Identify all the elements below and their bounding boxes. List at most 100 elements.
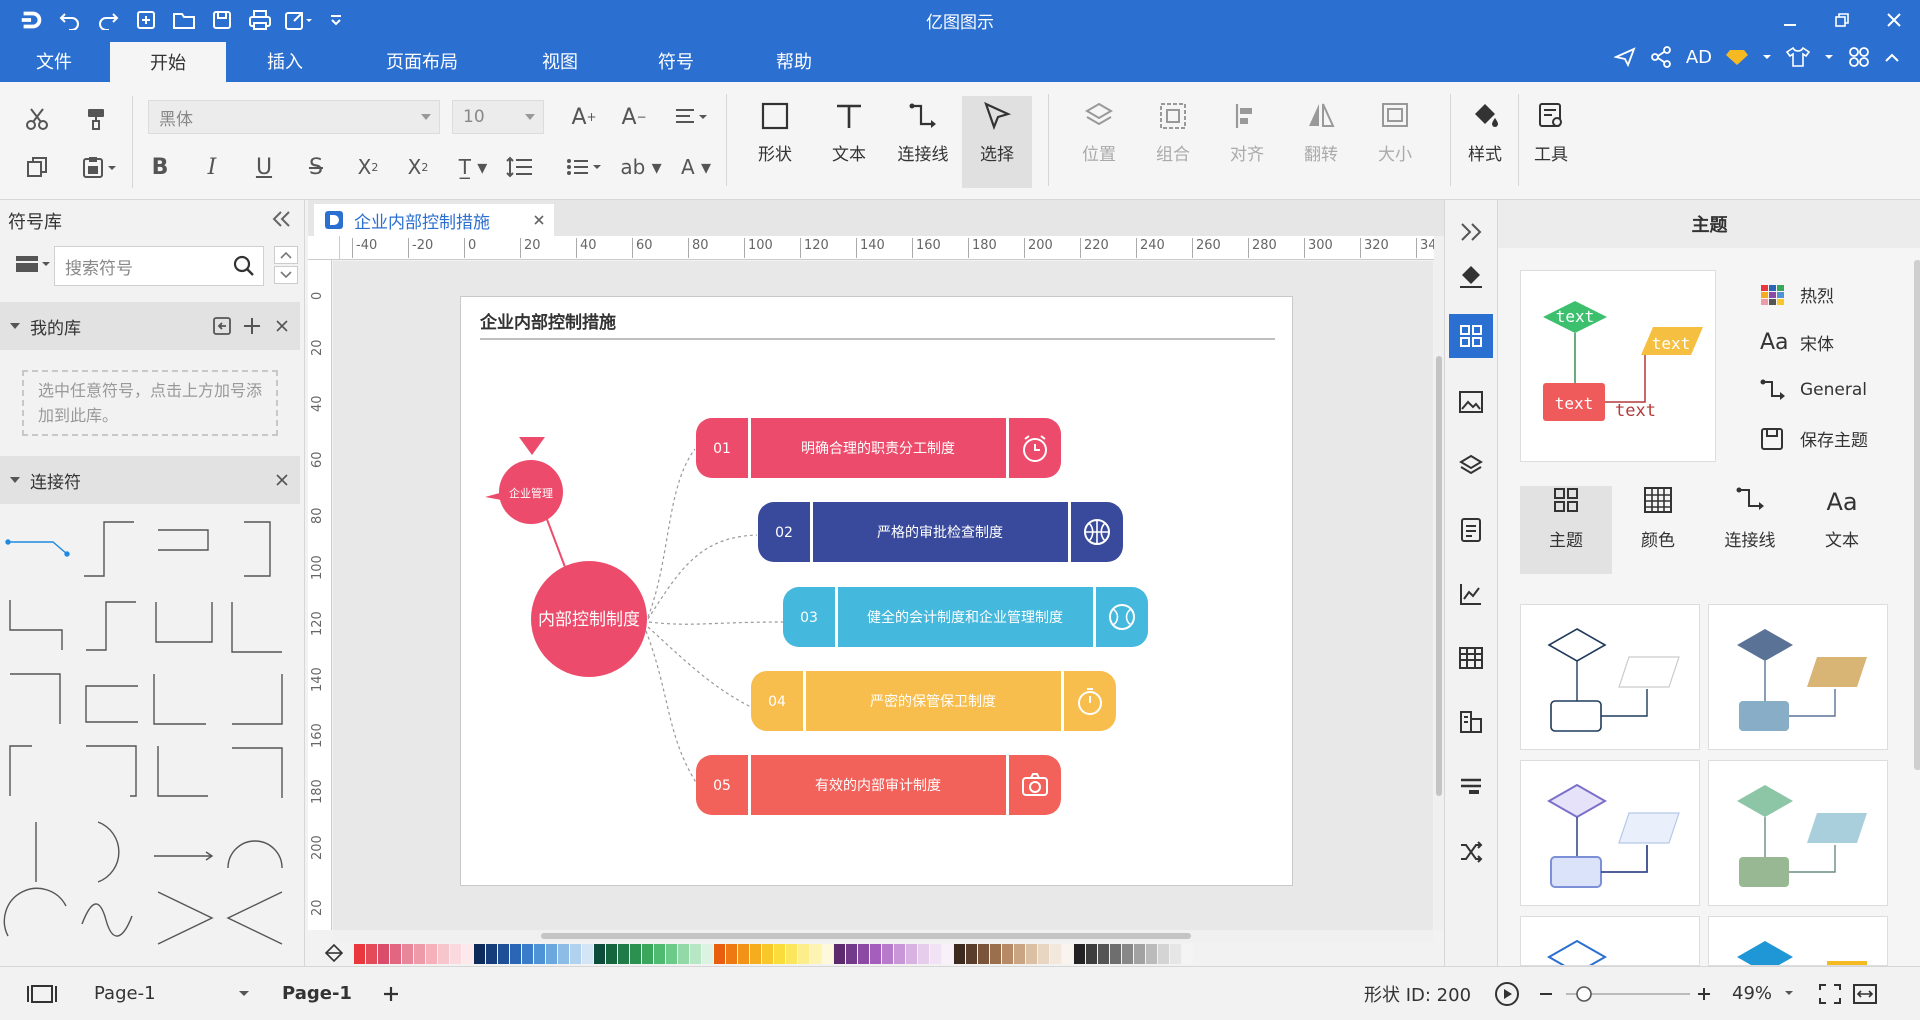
tools-button[interactable]: 工具 — [1516, 96, 1586, 188]
my-library-header[interactable]: 我的库 — [0, 302, 300, 350]
diagram-title[interactable]: 企业内部控制措施 — [479, 312, 616, 333]
tab-color[interactable]: 颜色 — [1612, 486, 1704, 574]
page-tab[interactable]: Page-1 — [282, 967, 352, 1020]
palette-swatch[interactable] — [1182, 944, 1193, 964]
menu-home[interactable]: 开始 — [110, 42, 226, 82]
process-item[interactable]: 01 明确合理的职责分工制度 — [696, 418, 1061, 478]
fit-width-icon[interactable] — [1852, 967, 1878, 1020]
zoom-in-icon[interactable] — [1696, 967, 1712, 1020]
connector-shape[interactable] — [227, 840, 283, 869]
connector-shape[interactable] — [231, 602, 282, 653]
fill-bucket-icon[interactable] — [322, 943, 344, 965]
connector-shape[interactable] — [226, 891, 283, 945]
palette-swatch[interactable] — [786, 944, 797, 964]
menu-file[interactable]: 文件 — [22, 40, 86, 82]
share-icon[interactable] — [1650, 46, 1672, 68]
palette-swatch[interactable] — [1050, 944, 1061, 964]
close-tab-icon[interactable] — [532, 213, 546, 227]
text-style-icon[interactable]: T̲ ▾ — [452, 150, 494, 184]
connector-shape[interactable] — [158, 529, 209, 551]
vip-diamond-icon[interactable] — [1726, 48, 1748, 66]
palette-swatch[interactable] — [810, 944, 821, 964]
connector-shape[interactable] — [86, 601, 136, 651]
palette-swatch[interactable] — [978, 944, 989, 964]
dropdown-arrow-icon[interactable] — [1824, 52, 1834, 62]
shirt-icon[interactable] — [1786, 46, 1810, 68]
palette-swatch[interactable] — [906, 944, 917, 964]
connector-shape[interactable] — [5, 539, 70, 557]
horizontal-scrollbar[interactable] — [333, 930, 1433, 942]
font-size-dropdown[interactable]: 10 — [452, 100, 544, 134]
dropdown-arrow-icon[interactable] — [1762, 52, 1772, 62]
minimize-button[interactable] — [1764, 0, 1816, 40]
shape-button[interactable]: 形状 — [740, 96, 810, 188]
palette-swatch[interactable] — [522, 944, 533, 964]
palette-swatch[interactable] — [738, 944, 749, 964]
palette-swatch[interactable] — [750, 944, 761, 964]
org-structure-icon[interactable] — [1449, 700, 1493, 744]
palette-swatch[interactable] — [858, 944, 869, 964]
connector-shape[interactable] — [97, 821, 120, 883]
copy-icon[interactable] — [20, 150, 54, 184]
palette-swatch[interactable] — [1134, 944, 1145, 964]
scroll-up-button[interactable] — [274, 246, 298, 264]
close-icon[interactable] — [274, 318, 290, 334]
central-topic-label[interactable]: 内部控制制度 — [538, 610, 640, 630]
palette-swatch[interactable] — [1038, 944, 1049, 964]
save-theme-option[interactable]: 保存主题 — [1760, 426, 1868, 451]
palette-swatch[interactable] — [930, 944, 941, 964]
palette-swatch[interactable] — [726, 944, 737, 964]
italic-icon[interactable]: I — [196, 150, 228, 184]
palette-swatch[interactable] — [714, 944, 725, 964]
group-button[interactable]: 组合 — [1138, 96, 1208, 188]
scroll-thumb[interactable] — [541, 933, 1191, 939]
zoom-slider[interactable] — [1566, 967, 1690, 1020]
menu-view[interactable]: 视图 — [520, 40, 600, 82]
palette-swatch[interactable] — [1026, 944, 1037, 964]
palette-swatch[interactable] — [462, 944, 473, 964]
palette-swatch[interactable] — [666, 944, 677, 964]
palette-swatch[interactable] — [606, 944, 617, 964]
vertical-scrollbar[interactable] — [1434, 236, 1444, 930]
palette-swatch[interactable] — [690, 944, 701, 964]
page-view-icon[interactable] — [26, 967, 58, 1020]
palette-swatch[interactable] — [1074, 944, 1085, 964]
close-button[interactable] — [1868, 0, 1920, 40]
palette-swatch[interactable] — [1098, 944, 1109, 964]
scroll-thumb[interactable] — [1436, 356, 1442, 796]
account-label[interactable]: AD — [1686, 47, 1712, 68]
palette-swatch[interactable] — [546, 944, 557, 964]
panel-scrollbar[interactable] — [1914, 260, 1920, 770]
theme-card[interactable] — [1708, 916, 1888, 966]
palette-swatch[interactable] — [966, 944, 977, 964]
text-align-icon[interactable] — [668, 100, 714, 134]
palette-swatch[interactable] — [846, 944, 857, 964]
palette-swatch[interactable] — [1122, 944, 1133, 964]
palette-swatch[interactable] — [354, 944, 365, 964]
add-icon[interactable] — [242, 316, 262, 336]
palette-swatch[interactable] — [1170, 944, 1181, 964]
bullet-list-icon[interactable] — [562, 150, 606, 184]
connectors-header[interactable]: 连接符 — [0, 456, 300, 504]
add-page-icon[interactable] — [382, 967, 400, 1020]
palette-swatch[interactable] — [654, 944, 665, 964]
connector-shape[interactable] — [157, 891, 214, 945]
table-icon[interactable] — [1449, 636, 1493, 680]
palette-swatch[interactable] — [954, 944, 965, 964]
palette-swatch[interactable] — [822, 944, 833, 964]
fill-icon[interactable] — [1449, 254, 1493, 298]
palette-swatch[interactable] — [630, 944, 641, 964]
palette-swatch[interactable] — [990, 944, 1001, 964]
decrease-font-icon[interactable]: A − — [616, 100, 652, 134]
connector-shape[interactable] — [232, 674, 283, 725]
format-painter-icon[interactable] — [80, 102, 114, 136]
connector-shape[interactable] — [9, 745, 32, 796]
tab-connector[interactable]: 连接线 — [1704, 486, 1796, 574]
connector-shape[interactable] — [85, 685, 138, 723]
connector-shape[interactable] — [244, 521, 271, 577]
palette-swatch[interactable] — [402, 944, 413, 964]
scroll-down-button[interactable] — [274, 266, 298, 284]
palette-swatch[interactable] — [834, 944, 845, 964]
palette-swatch[interactable] — [618, 944, 629, 964]
document-tab[interactable]: 企业内部控制措施 — [314, 204, 554, 236]
